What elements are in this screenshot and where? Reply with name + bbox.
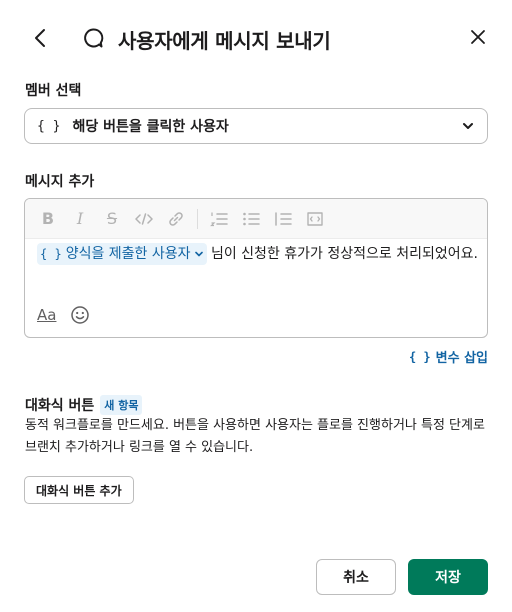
modal-header: 사용자에게 메시지 보내기 bbox=[0, 0, 512, 78]
code-icon[interactable] bbox=[133, 208, 155, 230]
bulleted-list-icon[interactable] bbox=[240, 208, 262, 230]
member-select-value: 해당 버튼을 클릭한 사용자 bbox=[72, 119, 229, 135]
close-button[interactable] bbox=[466, 25, 490, 49]
smile-icon[interactable] bbox=[70, 305, 90, 325]
close-icon bbox=[471, 30, 485, 44]
toolbar-divider bbox=[197, 208, 198, 229]
insert-variable-link[interactable]: { } 변수 삽입 bbox=[408, 347, 488, 367]
code-block-icon[interactable] bbox=[304, 208, 326, 230]
italic-icon[interactable]: I bbox=[69, 208, 91, 230]
back-button[interactable] bbox=[28, 24, 52, 52]
insert-variable-label: 변수 삽입 bbox=[435, 351, 488, 366]
format-text-button[interactable]: Aa bbox=[37, 306, 56, 324]
add-interactive-button[interactable]: 대화식 버튼 추가 bbox=[24, 476, 134, 504]
message-text[interactable]: { } 양식을 제출한 사용자 님이 신청한 휴가가 정상적으로 처리되었어요. bbox=[37, 243, 481, 265]
strikethrough-icon[interactable]: S bbox=[101, 208, 123, 230]
interactive-buttons-heading: 대화식 버튼 새 항목 bbox=[25, 395, 143, 415]
variable-chip-label: 양식을 제출한 사용자 bbox=[65, 246, 191, 262]
chevron-down-icon bbox=[463, 123, 473, 129]
new-badge: 새 항목 bbox=[100, 395, 143, 415]
save-button[interactable]: 저장 bbox=[408, 559, 488, 595]
page-title: 사용자에게 메시지 보내기 bbox=[118, 29, 331, 53]
quote-icon[interactable] bbox=[272, 208, 294, 230]
member-select[interactable]: { } 해당 버튼을 클릭한 사용자 bbox=[24, 108, 488, 144]
message-body-text: 님이 신청한 휴가가 정상적으로 처리되었어요. bbox=[210, 246, 478, 262]
ordered-list-icon[interactable] bbox=[208, 208, 230, 230]
interactive-buttons-description: 동적 워크플로를 만드세요. 버튼을 사용하면 사용자는 플로를 진행하거나 특… bbox=[25, 418, 485, 455]
chevron-down-icon bbox=[194, 251, 203, 257]
bold-icon[interactable]: B bbox=[37, 208, 59, 230]
link-icon[interactable] bbox=[165, 208, 187, 230]
variable-braces-icon: { } bbox=[408, 349, 431, 364]
formatting-toolbar: B I S bbox=[25, 199, 487, 239]
variable-chip[interactable]: { } 양식을 제출한 사용자 bbox=[37, 243, 207, 265]
message-editor[interactable]: B I S { } 양식을 제출한 사용자 님이 신청한 휴가가 정상적으로 처리… bbox=[24, 198, 488, 338]
variable-braces-icon: { } bbox=[40, 247, 62, 261]
editor-footer: Aa bbox=[37, 305, 90, 325]
chevron-left-icon bbox=[35, 29, 45, 47]
interactive-buttons-title: 대화식 버튼 bbox=[25, 398, 95, 414]
member-select-label: 멤버 선택 bbox=[25, 83, 82, 99]
message-label: 메시지 추가 bbox=[25, 174, 95, 190]
variable-braces-icon: { } bbox=[37, 118, 61, 134]
cancel-button[interactable]: 취소 bbox=[316, 559, 396, 595]
message-bubble-icon bbox=[84, 28, 104, 48]
